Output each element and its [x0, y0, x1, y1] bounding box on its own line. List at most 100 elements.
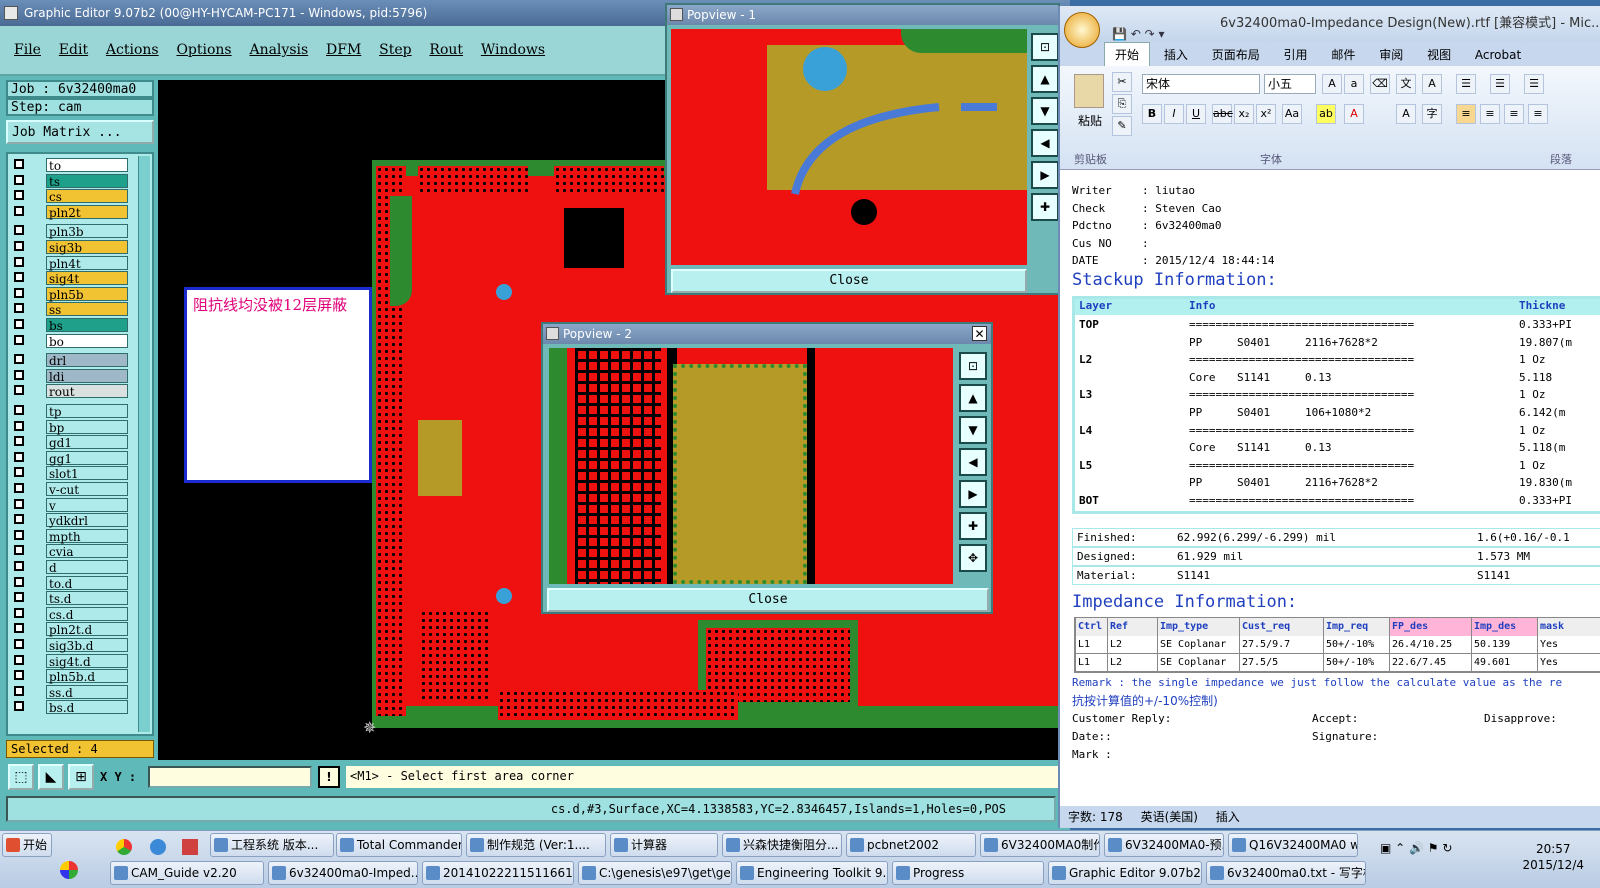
taskbar-button[interactable]: C:\genesis\e97\get\get... — [578, 861, 732, 885]
layer-name[interactable]: rout — [46, 384, 128, 399]
quick-access-toolbar[interactable]: 💾 ↶ ↷ ▾ — [1112, 16, 1165, 42]
layer-name[interactable]: bo — [46, 333, 128, 349]
layer-name[interactable]: v — [46, 497, 128, 513]
clock[interactable]: 20:57 2015/12/4 — [1522, 841, 1584, 873]
layer-row[interactable]: bs — [10, 318, 140, 333]
cut-icon[interactable]: ✂ — [1112, 72, 1132, 92]
pan-left-icon[interactable]: ◀ — [959, 448, 987, 476]
layer-row[interactable]: cvia — [10, 544, 140, 559]
layer-name[interactable]: cs — [46, 189, 128, 204]
menu-options[interactable]: Options — [176, 42, 231, 58]
layer-name[interactable]: pln2t.d — [46, 622, 128, 637]
phonetic-icon[interactable]: 文 — [1396, 74, 1416, 94]
start-button[interactable]: 开始 — [2, 833, 52, 857]
layer-checkbox[interactable] — [14, 545, 24, 556]
layer-checkbox[interactable] — [14, 385, 24, 396]
taskbar-button[interactable]: 6v32400ma0.txt - 写字板 — [1206, 861, 1366, 885]
char-shading-icon[interactable]: A — [1396, 104, 1416, 124]
tray-icons[interactable]: ▣ ⌃ 🔊 ⚑ ↻ — [1380, 841, 1500, 857]
taskbar-button[interactable]: 制作规范 (Ver:1.... — [466, 833, 606, 857]
taskbar-button[interactable]: 兴森快捷衡阻分... — [722, 833, 842, 857]
layer-name[interactable]: v-cut — [46, 482, 128, 497]
tab-acrobat[interactable]: Acrobat — [1465, 43, 1531, 67]
taskbar-button[interactable]: CAM_Guide v2.20 — [110, 861, 264, 885]
layer-name[interactable]: gg1 — [46, 450, 128, 466]
taskbar-button[interactable]: 工程系统 版本... — [210, 833, 334, 857]
char-border-icon[interactable]: A — [1422, 74, 1442, 94]
subscript-icon[interactable]: x₂ — [1234, 104, 1254, 124]
pan-left-icon[interactable]: ◀ — [1031, 129, 1059, 157]
layer-row[interactable]: v-cut — [10, 482, 140, 497]
font-name-select[interactable]: 宋体 — [1142, 74, 1260, 94]
popview-2-canvas[interactable] — [549, 348, 953, 584]
app-quicklaunch-icon[interactable] — [182, 839, 198, 855]
layer-row[interactable]: to.d — [10, 575, 140, 591]
layer-checkbox[interactable] — [14, 334, 24, 345]
copy-icon[interactable]: ⎘ — [1112, 94, 1132, 114]
layer-checkbox[interactable] — [14, 303, 24, 314]
close-icon[interactable] — [670, 8, 683, 21]
layer-row[interactable]: bs.d — [10, 700, 140, 715]
superscript-icon[interactable]: x² — [1256, 104, 1276, 124]
font-size-select[interactable]: 小五 — [1264, 74, 1316, 94]
layer-row[interactable]: cs — [10, 189, 140, 204]
zoom-out-icon[interactable]: ✥ — [959, 544, 987, 572]
layer-row[interactable]: mpth — [10, 528, 140, 544]
layer-name[interactable]: sig4t.d — [46, 653, 128, 669]
layer-name[interactable]: bs — [46, 318, 128, 333]
layer-checkbox[interactable] — [14, 592, 24, 603]
layer-row[interactable]: pln3b — [10, 224, 140, 239]
layer-row[interactable]: ydkdrl — [10, 513, 140, 528]
strikethrough-icon[interactable]: abc — [1212, 104, 1233, 124]
zoom-in-icon[interactable]: ✚ — [1031, 193, 1059, 221]
layer-name[interactable]: ldi — [46, 368, 128, 384]
layer-checkbox[interactable] — [14, 639, 24, 649]
layer-checkbox[interactable] — [14, 319, 24, 329]
xy-input[interactable] — [148, 766, 312, 788]
layer-row[interactable]: bo — [10, 333, 140, 349]
popview-1-title-bar[interactable]: Popview - 1 — [667, 5, 1058, 25]
layer-checkbox[interactable] — [14, 701, 24, 712]
menu-dfm[interactable]: DFM — [326, 42, 361, 58]
highlight-icon[interactable]: ab — [1316, 104, 1336, 124]
tab-view[interactable]: 视图 — [1417, 43, 1461, 67]
pan-right-icon[interactable]: ▶ — [1031, 161, 1059, 189]
align-right-icon[interactable]: ≡ — [1504, 104, 1524, 124]
popview-2-title-bar[interactable]: Popview - 2 ✕ — [543, 324, 991, 344]
taskbar-button[interactable]: 20141022211511661.rtf... — [422, 861, 574, 885]
layer-checkbox[interactable] — [14, 451, 24, 462]
menu-file[interactable]: File — [14, 42, 41, 58]
chrome-icon[interactable] — [116, 839, 132, 855]
multilevel-list-icon[interactable]: ☰ — [1524, 74, 1544, 94]
taskbar-button[interactable]: Graphic Editor 9.07b2 (... — [1048, 861, 1202, 885]
layer-checkbox[interactable] — [14, 670, 24, 681]
layer-checkbox[interactable] — [14, 654, 24, 665]
layer-checkbox[interactable] — [14, 436, 24, 447]
layer-name[interactable]: ts — [46, 173, 128, 189]
layer-name[interactable]: pln5b — [46, 286, 128, 302]
menu-rout[interactable]: Rout — [429, 42, 463, 58]
layer-name[interactable]: slot1 — [46, 466, 128, 481]
layer-name[interactable]: mpth — [46, 528, 128, 544]
close-icon[interactable] — [546, 327, 559, 340]
layer-row[interactable]: slot1 — [10, 466, 140, 481]
pan-up-icon[interactable]: ▲ — [959, 384, 987, 412]
format-painter-icon[interactable]: ✎ — [1112, 116, 1132, 136]
layer-row[interactable]: pln2t — [10, 204, 140, 220]
layer-row[interactable]: pln5b — [10, 286, 140, 302]
layer-row[interactable]: pln2t.d — [10, 622, 140, 637]
job-matrix-button[interactable]: Job Matrix ... — [6, 120, 154, 144]
layer-name[interactable]: ts.d — [46, 591, 128, 606]
layer-checkbox[interactable] — [14, 529, 24, 540]
layer-row[interactable]: ldi — [10, 368, 140, 384]
layer-name[interactable]: sig3b.d — [46, 638, 128, 653]
layer-name[interactable]: to — [46, 158, 128, 173]
layer-row[interactable]: ss — [10, 302, 140, 317]
layer-row[interactable]: tp — [10, 404, 140, 419]
word-title-bar[interactable]: 💾 ↶ ↷ ▾ 6v32400ma0-Impedance Design(New)… — [1060, 6, 1600, 42]
layer-row[interactable]: sig4t — [10, 271, 140, 286]
layer-name[interactable]: ydkdrl — [46, 513, 128, 528]
taskbar-button[interactable]: 6V32400MA0-预... — [1104, 833, 1224, 857]
layer-row[interactable]: drl — [10, 353, 140, 368]
enclose-char-icon[interactable]: 字 — [1422, 104, 1442, 124]
